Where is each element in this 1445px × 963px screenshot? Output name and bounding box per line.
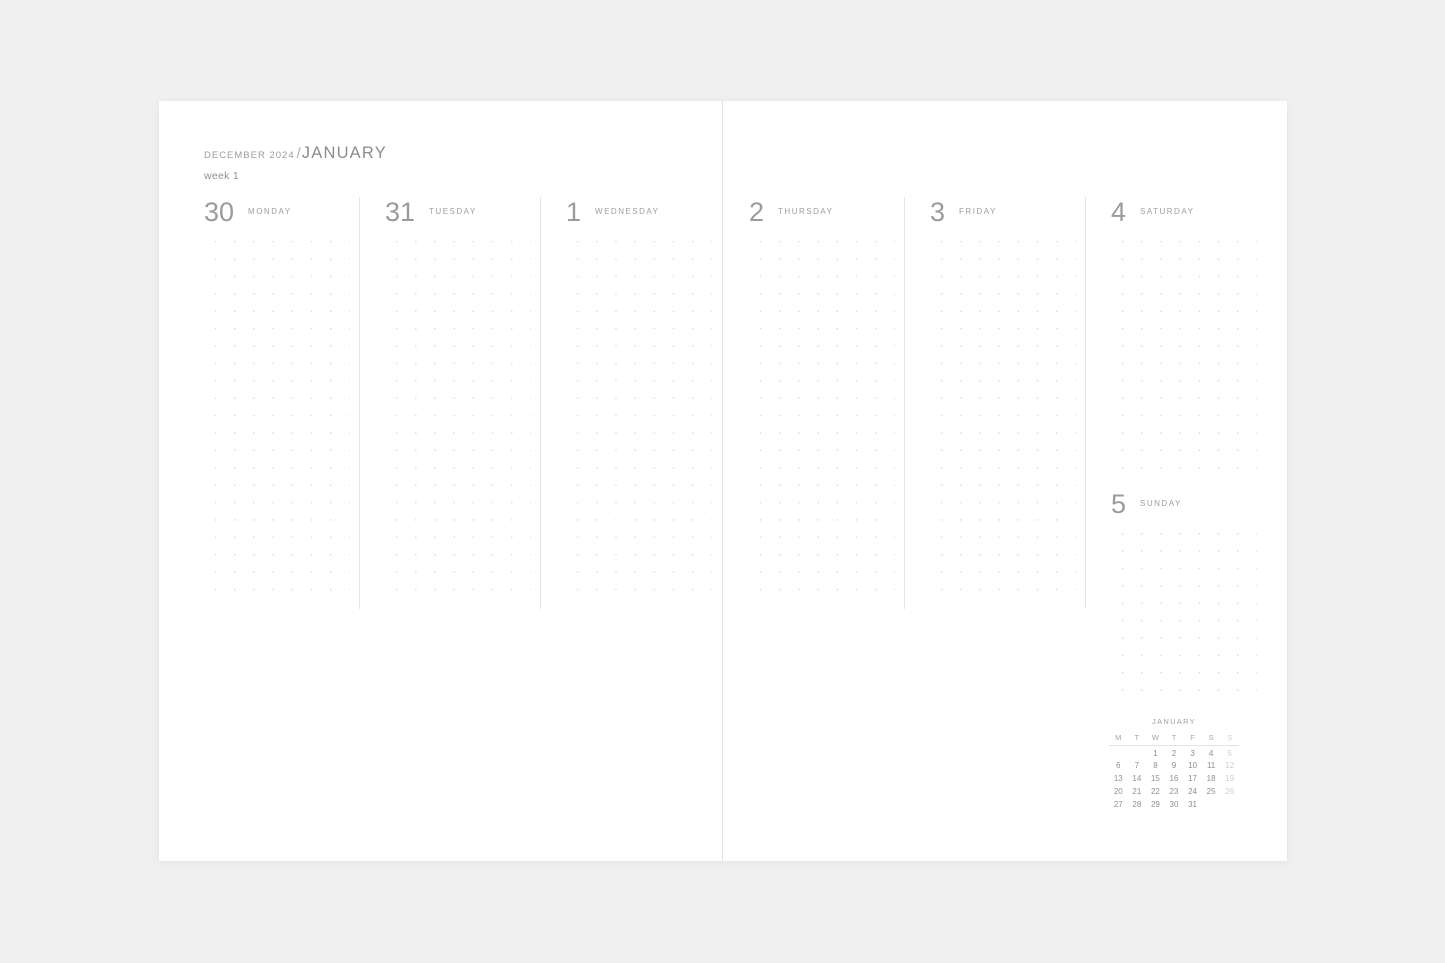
mini-calendar-day[interactable]: 20 [1109, 784, 1128, 797]
mini-calendar-week-row: 1 2 3 4 5 [1109, 746, 1239, 759]
mini-calendar-day[interactable]: 15 [1146, 772, 1165, 785]
mini-calendar-weekday-f: F [1183, 732, 1202, 746]
mini-calendar-day[interactable]: 30 [1165, 797, 1184, 810]
mini-calendar-day[interactable]: 7 [1128, 759, 1147, 772]
column-divider-2 [540, 197, 541, 609]
mini-calendar-week-row: 6 7 8 9 10 11 12 [1109, 759, 1239, 772]
header-previous-month: DECEMBER 2024 [204, 150, 295, 161]
day-column-friday: 3 FRIDAY [930, 197, 1076, 597]
day-name-friday: FRIDAY [959, 207, 997, 216]
mini-calendar-table: M T W T F S S 1 2 3 4 5 6 7 8 9 10 11 12… [1109, 732, 1239, 810]
day-header-sunday: 5 SUNDAY [1111, 489, 1257, 523]
mini-calendar-weekday-m: M [1109, 732, 1128, 746]
mini-calendar-day[interactable]: 22 [1146, 784, 1165, 797]
day-name-monday: MONDAY [248, 207, 292, 216]
day-column-sunday: 5 SUNDAY [1111, 489, 1257, 699]
mini-calendar-day[interactable]: 18 [1202, 772, 1221, 785]
column-divider-1 [359, 197, 360, 609]
mini-calendar-week-row: 20 21 22 23 24 25 26 [1109, 784, 1239, 797]
dot-grid-thursday[interactable] [749, 231, 895, 597]
column-divider-3 [904, 197, 905, 609]
mini-calendar-day[interactable] [1109, 746, 1128, 759]
mini-calendar-day[interactable]: 28 [1128, 797, 1147, 810]
day-column-wednesday: 1 WEDNESDAY [566, 197, 712, 597]
dot-grid-wednesday[interactable] [566, 231, 712, 597]
day-header-saturday: 4 SATURDAY [1111, 197, 1257, 231]
day-number-wednesday: 1 [566, 197, 582, 227]
mini-calendar-header-row: M T W T F S S [1109, 732, 1239, 746]
mini-calendar: JANUARY M T W T F S S 1 2 3 4 5 6 7 8 9 … [1109, 717, 1239, 810]
mini-calendar-title: JANUARY [1152, 717, 1196, 726]
dot-grid-sunday[interactable] [1111, 523, 1257, 699]
day-header-friday: 3 FRIDAY [930, 197, 1076, 231]
mini-calendar-day[interactable]: 11 [1202, 759, 1221, 772]
header-month: JANUARY [301, 144, 387, 162]
day-number-tuesday: 31 [385, 197, 416, 227]
mini-calendar-weekday-w: W [1146, 732, 1165, 746]
mini-calendar-body: 1 2 3 4 5 6 7 8 9 10 11 12 13 14 15 16 1… [1109, 746, 1239, 810]
day-header-monday: 30 MONDAY [204, 197, 350, 231]
day-name-saturday: SATURDAY [1140, 207, 1195, 216]
mini-calendar-day[interactable]: 2 [1165, 746, 1184, 759]
mini-calendar-day[interactable]: 23 [1165, 784, 1184, 797]
mini-calendar-day[interactable]: 4 [1202, 746, 1221, 759]
mini-calendar-day[interactable]: 9 [1165, 759, 1184, 772]
day-number-saturday: 4 [1111, 197, 1127, 227]
dot-grid-friday[interactable] [930, 231, 1076, 597]
mini-calendar-weekday-t1: T [1127, 732, 1147, 746]
column-divider-4 [1085, 197, 1086, 609]
mini-calendar-day[interactable]: 6 [1109, 759, 1128, 772]
mini-calendar-weekday-s1: S [1201, 732, 1221, 746]
mini-calendar-day[interactable] [1220, 797, 1239, 810]
header-month-line: DECEMBER 2024/JANUARY [204, 145, 387, 162]
mini-calendar-day[interactable]: 3 [1183, 746, 1202, 759]
day-header-tuesday: 31 TUESDAY [385, 197, 531, 231]
mini-calendar-day[interactable]: 27 [1109, 797, 1128, 810]
mini-calendar-weekday-t2: T [1164, 732, 1184, 746]
mini-calendar-day[interactable]: 13 [1109, 772, 1128, 785]
day-column-tuesday: 31 TUESDAY [385, 197, 531, 597]
mini-calendar-week-row: 27 28 29 30 31 [1109, 797, 1239, 810]
mini-calendar-day[interactable]: 29 [1146, 797, 1165, 810]
day-number-monday: 30 [204, 197, 235, 227]
mini-calendar-week-row: 13 14 15 16 17 18 19 [1109, 772, 1239, 785]
mini-calendar-day[interactable]: 31 [1183, 797, 1202, 810]
mini-calendar-day[interactable]: 17 [1183, 772, 1202, 785]
mini-calendar-day[interactable]: 10 [1183, 759, 1202, 772]
mini-calendar-weekday-s2: S [1220, 732, 1239, 746]
dot-grid-saturday[interactable] [1111, 231, 1257, 475]
mini-calendar-day[interactable]: 19 [1220, 772, 1239, 785]
mini-calendar-day[interactable]: 25 [1202, 784, 1221, 797]
mini-calendar-day[interactable] [1202, 797, 1221, 810]
day-column-thursday: 2 THURSDAY [749, 197, 895, 597]
page-spine-divider [722, 101, 723, 861]
mini-calendar-day[interactable]: 5 [1220, 746, 1239, 759]
day-number-sunday: 5 [1111, 489, 1127, 519]
day-name-wednesday: WEDNESDAY [595, 207, 660, 216]
page-header: DECEMBER 2024/JANUARY week 1 [204, 145, 387, 182]
mini-calendar-day[interactable]: 21 [1128, 784, 1147, 797]
day-header-thursday: 2 THURSDAY [749, 197, 895, 231]
mini-calendar-day[interactable] [1128, 746, 1147, 759]
mini-calendar-day[interactable]: 12 [1220, 759, 1239, 772]
day-number-thursday: 2 [749, 197, 765, 227]
dot-grid-monday[interactable] [204, 231, 350, 597]
planner-spread: DECEMBER 2024/JANUARY week 1 30 MONDAY 31… [159, 101, 1287, 861]
dot-grid-tuesday[interactable] [385, 231, 531, 597]
mini-calendar-day[interactable]: 14 [1128, 772, 1147, 785]
day-name-thursday: THURSDAY [778, 207, 834, 216]
mini-calendar-day[interactable]: 24 [1183, 784, 1202, 797]
header-separator: / [296, 145, 301, 162]
day-column-monday: 30 MONDAY [204, 197, 350, 597]
mini-calendar-day[interactable]: 26 [1220, 784, 1239, 797]
header-week-label: week 1 [204, 170, 240, 182]
day-header-wednesday: 1 WEDNESDAY [566, 197, 712, 231]
mini-calendar-day[interactable]: 1 [1146, 746, 1165, 759]
mini-calendar-day[interactable]: 16 [1165, 772, 1184, 785]
day-column-saturday: 4 SATURDAY [1111, 197, 1257, 475]
day-name-tuesday: TUESDAY [429, 207, 477, 216]
day-number-friday: 3 [930, 197, 946, 227]
day-name-sunday: SUNDAY [1140, 499, 1182, 508]
mini-calendar-day[interactable]: 8 [1146, 759, 1165, 772]
